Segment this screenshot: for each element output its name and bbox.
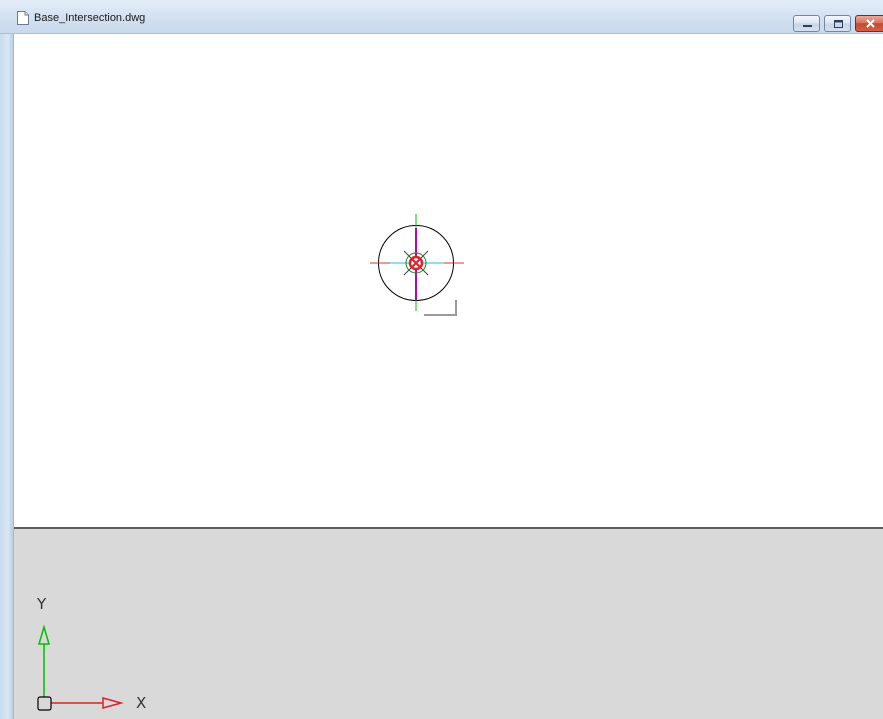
ucs-y-label: Y bbox=[37, 595, 47, 613]
document-icon bbox=[17, 11, 29, 25]
ucs-origin-box bbox=[37, 696, 52, 711]
title-bar[interactable]: Base_Intersection.dwg bbox=[0, 0, 883, 34]
drawing-canvas[interactable] bbox=[14, 34, 883, 528]
close-icon bbox=[866, 19, 875, 28]
minimize-button[interactable] bbox=[793, 15, 820, 32]
ucs-icon bbox=[37, 624, 124, 711]
maximize-button[interactable] bbox=[824, 15, 851, 32]
maximize-icon bbox=[834, 20, 843, 28]
window-title: Base_Intersection.dwg bbox=[34, 12, 146, 24]
ucs-y-arrow bbox=[37, 624, 51, 645]
close-button[interactable] bbox=[855, 15, 883, 32]
ucs-x-arrow bbox=[102, 697, 124, 709]
minimize-icon bbox=[803, 25, 812, 27]
drawing-window: Base_Intersection.dwg Y X bbox=[0, 0, 883, 719]
ucs-x-label: X bbox=[136, 694, 147, 712]
